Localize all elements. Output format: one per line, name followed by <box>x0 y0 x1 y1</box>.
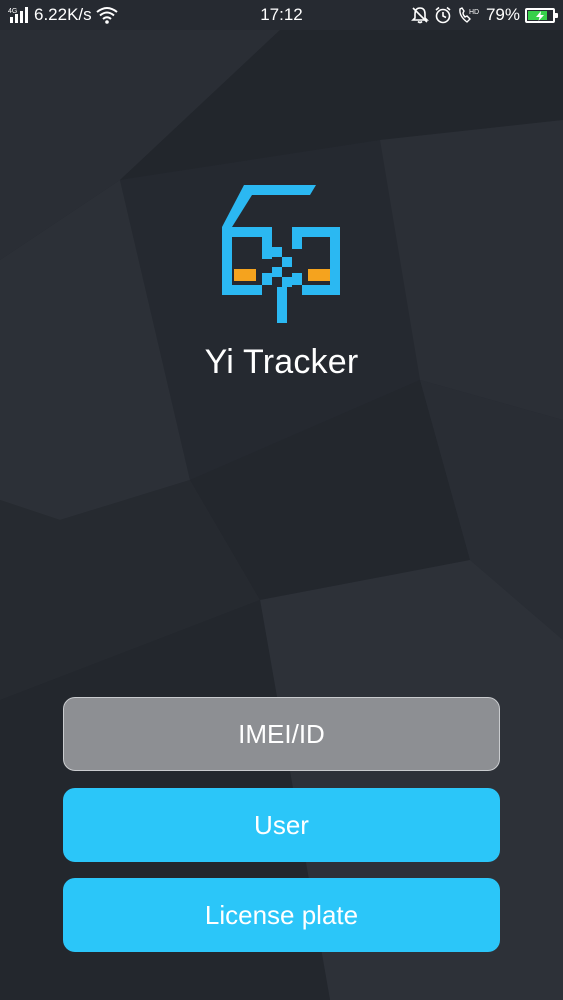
network-type-label: 4G <box>8 8 17 15</box>
user-login-button[interactable]: User <box>63 788 500 862</box>
app-title: Yi Tracker <box>204 343 359 381</box>
battery-percent: 79% <box>485 5 520 24</box>
network-speed: 6.22K/s <box>34 5 92 24</box>
imei-login-button-label: IMEI/ID <box>238 718 325 749</box>
clock: 17:12 <box>260 5 303 24</box>
alarm-icon <box>434 6 452 24</box>
charging-bolt-icon <box>536 10 544 21</box>
signal-icon: 4G <box>8 6 30 24</box>
hd-call-label: HD <box>469 9 479 16</box>
license-plate-login-button-label: License plate <box>204 899 359 930</box>
login-screen: 4G 6.22K/s 17:12 HD 79% Yi Tracker IMEI/… <box>0 0 563 1000</box>
yi-tracker-logo <box>222 185 340 323</box>
status-bar-right: HD 79% <box>411 0 558 30</box>
imei-login-button[interactable]: IMEI/ID <box>63 697 500 771</box>
status-bar-left: 4G 6.22K/s <box>8 0 118 30</box>
status-bar: 4G 6.22K/s 17:12 HD 79% <box>0 0 563 30</box>
bell-muted-icon <box>411 6 429 24</box>
license-plate-login-button[interactable]: License plate <box>63 878 500 952</box>
battery-icon <box>525 7 558 23</box>
hd-call-icon: HD <box>457 6 481 24</box>
wifi-icon <box>96 6 118 24</box>
user-login-button-label: User <box>254 809 309 840</box>
